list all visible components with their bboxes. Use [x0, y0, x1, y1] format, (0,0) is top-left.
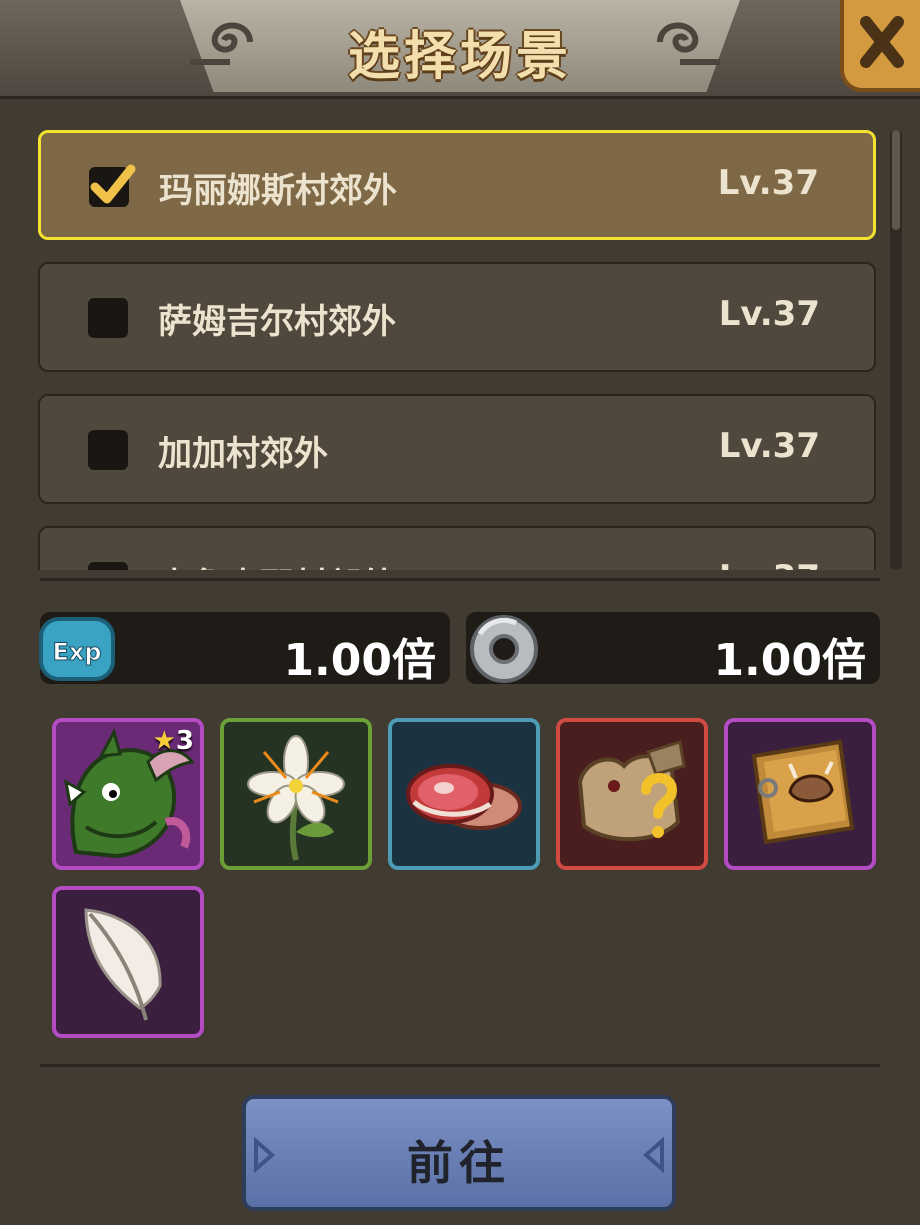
reward-item[interactable] [52, 886, 204, 1038]
scene-item[interactable]: 萨姆吉尔村郊外 Lv.37 [38, 262, 876, 372]
scene-list[interactable]: 玛丽娜斯村郊外 Lv.37 萨姆吉尔村郊外 Lv.37 加加村郊外 Lv.37 … [0, 110, 920, 570]
reward-item[interactable] [220, 718, 372, 870]
scene-name: 加加村郊外 [158, 434, 328, 474]
scene-item[interactable]: 加加村郊外 Lv.37 [38, 394, 876, 504]
meat-steak-icon [406, 764, 522, 830]
go-button-label: 前往 [407, 1136, 511, 1190]
scene-level: Lv.37 [718, 426, 820, 466]
star-badge: ★3 [153, 726, 194, 756]
scene-level: Lv.37 [717, 163, 819, 203]
exp-multiplier-value: 1.00倍 [283, 635, 436, 686]
reward-item[interactable] [724, 718, 876, 870]
white-feather-icon [84, 908, 162, 1021]
scene-checkbox[interactable] [88, 298, 128, 338]
scene-name: 玛丽娜斯村郊外 [159, 171, 397, 211]
exp-icon: Exp [39, 617, 115, 681]
go-button[interactable]: 前往 [242, 1095, 676, 1211]
exp-multiplier: Exp 1.00倍 [39, 612, 450, 686]
star-count: 3 [175, 726, 194, 756]
close-button[interactable] [840, 0, 920, 92]
reward-item[interactable] [556, 718, 708, 870]
arrow-left-icon [642, 1137, 664, 1173]
svg-text:Exp: Exp [52, 638, 101, 666]
white-flower-icon [247, 735, 345, 861]
monster-book-icon [751, 739, 855, 845]
scrollbar-thumb[interactable] [892, 130, 900, 230]
scene-level: Lv.37 [718, 294, 820, 334]
mystery-ore-icon [577, 740, 686, 842]
scene-level: Lv.37 [719, 558, 820, 570]
scene-checkbox[interactable] [89, 164, 136, 207]
scrollbar[interactable] [890, 130, 902, 570]
header-bar: 选择场景 [0, 0, 920, 99]
reward-item[interactable]: ★3 [52, 718, 204, 870]
scene-checkbox[interactable] [88, 430, 128, 470]
scene-checkbox[interactable] [88, 562, 128, 570]
reward-item[interactable] [388, 718, 540, 870]
scene-name: 萨姆吉尔村郊外 [158, 302, 396, 342]
coin-multiplier-value: 1.00倍 [713, 635, 866, 686]
coin-multiplier: 1.00倍 [466, 612, 880, 686]
divider [40, 578, 880, 581]
scene-name: 卡鲁克那村郊外 [158, 558, 396, 570]
scene-item[interactable]: 卡鲁克那村郊外 Lv.37 [38, 526, 876, 570]
scene-item[interactable]: 玛丽娜斯村郊外 Lv.37 [38, 130, 876, 240]
star-icon: ★ [152, 726, 176, 756]
divider [40, 1064, 880, 1067]
checkmark-icon [90, 164, 136, 204]
close-icon [860, 16, 904, 68]
silver-coin-icon [470, 615, 538, 683]
page-title: 选择场景 [347, 27, 572, 87]
